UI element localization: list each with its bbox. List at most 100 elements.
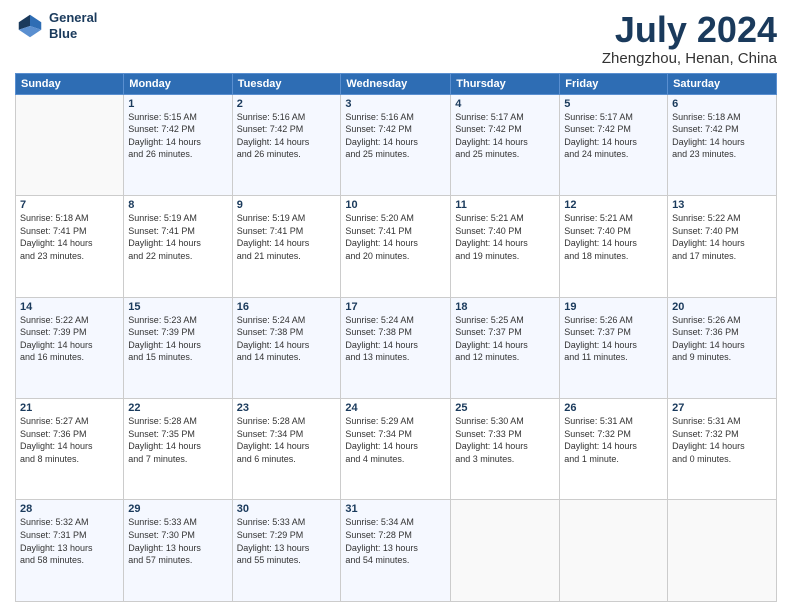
day-info: Sunrise: 5:26 AM Sunset: 7:37 PM Dayligh… <box>564 314 663 364</box>
calendar-cell: 13Sunrise: 5:22 AM Sunset: 7:40 PM Dayli… <box>668 196 777 297</box>
day-number: 8 <box>128 199 227 211</box>
calendar-cell: 15Sunrise: 5:23 AM Sunset: 7:39 PM Dayli… <box>124 297 232 398</box>
logo-line2: Blue <box>49 26 97 42</box>
day-info: Sunrise: 5:28 AM Sunset: 7:35 PM Dayligh… <box>128 415 227 465</box>
day-info: Sunrise: 5:29 AM Sunset: 7:34 PM Dayligh… <box>345 415 446 465</box>
calendar-header-monday: Monday <box>124 73 232 94</box>
calendar-cell: 27Sunrise: 5:31 AM Sunset: 7:32 PM Dayli… <box>668 399 777 500</box>
logo-icon <box>15 11 45 41</box>
calendar-cell: 7Sunrise: 5:18 AM Sunset: 7:41 PM Daylig… <box>16 196 124 297</box>
day-info: Sunrise: 5:25 AM Sunset: 7:37 PM Dayligh… <box>455 314 555 364</box>
day-number: 14 <box>20 301 119 313</box>
day-number: 12 <box>564 199 663 211</box>
day-number: 2 <box>237 98 337 110</box>
day-number: 31 <box>345 503 446 515</box>
calendar-cell <box>16 94 124 195</box>
subtitle: Zhengzhou, Henan, China <box>602 50 777 67</box>
calendar-cell: 11Sunrise: 5:21 AM Sunset: 7:40 PM Dayli… <box>451 196 560 297</box>
day-number: 22 <box>128 402 227 414</box>
calendar-cell: 2Sunrise: 5:16 AM Sunset: 7:42 PM Daylig… <box>232 94 341 195</box>
calendar-cell: 28Sunrise: 5:32 AM Sunset: 7:31 PM Dayli… <box>16 500 124 602</box>
calendar-cell: 30Sunrise: 5:33 AM Sunset: 7:29 PM Dayli… <box>232 500 341 602</box>
calendar-cell: 26Sunrise: 5:31 AM Sunset: 7:32 PM Dayli… <box>560 399 668 500</box>
day-number: 20 <box>672 301 772 313</box>
day-number: 21 <box>20 402 119 414</box>
calendar-cell: 14Sunrise: 5:22 AM Sunset: 7:39 PM Dayli… <box>16 297 124 398</box>
calendar-cell: 22Sunrise: 5:28 AM Sunset: 7:35 PM Dayli… <box>124 399 232 500</box>
calendar-header-thursday: Thursday <box>451 73 560 94</box>
calendar-cell: 18Sunrise: 5:25 AM Sunset: 7:37 PM Dayli… <box>451 297 560 398</box>
day-info: Sunrise: 5:19 AM Sunset: 7:41 PM Dayligh… <box>128 212 227 262</box>
calendar-week-2: 7Sunrise: 5:18 AM Sunset: 7:41 PM Daylig… <box>16 196 777 297</box>
page: General Blue July 2024 Zhengzhou, Henan,… <box>0 0 792 612</box>
logo-text: General Blue <box>49 10 97 41</box>
day-info: Sunrise: 5:22 AM Sunset: 7:39 PM Dayligh… <box>20 314 119 364</box>
logo: General Blue <box>15 10 97 41</box>
day-info: Sunrise: 5:30 AM Sunset: 7:33 PM Dayligh… <box>455 415 555 465</box>
day-number: 26 <box>564 402 663 414</box>
day-info: Sunrise: 5:31 AM Sunset: 7:32 PM Dayligh… <box>564 415 663 465</box>
day-info: Sunrise: 5:34 AM Sunset: 7:28 PM Dayligh… <box>345 516 446 566</box>
calendar-cell: 17Sunrise: 5:24 AM Sunset: 7:38 PM Dayli… <box>341 297 451 398</box>
calendar-cell: 4Sunrise: 5:17 AM Sunset: 7:42 PM Daylig… <box>451 94 560 195</box>
day-info: Sunrise: 5:31 AM Sunset: 7:32 PM Dayligh… <box>672 415 772 465</box>
day-info: Sunrise: 5:33 AM Sunset: 7:29 PM Dayligh… <box>237 516 337 566</box>
day-info: Sunrise: 5:16 AM Sunset: 7:42 PM Dayligh… <box>345 111 446 161</box>
day-info: Sunrise: 5:28 AM Sunset: 7:34 PM Dayligh… <box>237 415 337 465</box>
calendar-header-sunday: Sunday <box>16 73 124 94</box>
day-info: Sunrise: 5:32 AM Sunset: 7:31 PM Dayligh… <box>20 516 119 566</box>
day-number: 10 <box>345 199 446 211</box>
day-number: 6 <box>672 98 772 110</box>
day-info: Sunrise: 5:18 AM Sunset: 7:42 PM Dayligh… <box>672 111 772 161</box>
day-info: Sunrise: 5:17 AM Sunset: 7:42 PM Dayligh… <box>564 111 663 161</box>
day-number: 15 <box>128 301 227 313</box>
day-number: 17 <box>345 301 446 313</box>
calendar-week-4: 21Sunrise: 5:27 AM Sunset: 7:36 PM Dayli… <box>16 399 777 500</box>
day-info: Sunrise: 5:27 AM Sunset: 7:36 PM Dayligh… <box>20 415 119 465</box>
calendar-cell: 19Sunrise: 5:26 AM Sunset: 7:37 PM Dayli… <box>560 297 668 398</box>
day-number: 5 <box>564 98 663 110</box>
logo-line1: General <box>49 10 97 26</box>
header: General Blue July 2024 Zhengzhou, Henan,… <box>15 10 777 67</box>
day-number: 16 <box>237 301 337 313</box>
day-number: 28 <box>20 503 119 515</box>
calendar-week-3: 14Sunrise: 5:22 AM Sunset: 7:39 PM Dayli… <box>16 297 777 398</box>
calendar-header-saturday: Saturday <box>668 73 777 94</box>
day-info: Sunrise: 5:26 AM Sunset: 7:36 PM Dayligh… <box>672 314 772 364</box>
calendar-cell: 24Sunrise: 5:29 AM Sunset: 7:34 PM Dayli… <box>341 399 451 500</box>
day-number: 24 <box>345 402 446 414</box>
calendar-cell: 3Sunrise: 5:16 AM Sunset: 7:42 PM Daylig… <box>341 94 451 195</box>
calendar-cell: 20Sunrise: 5:26 AM Sunset: 7:36 PM Dayli… <box>668 297 777 398</box>
day-info: Sunrise: 5:16 AM Sunset: 7:42 PM Dayligh… <box>237 111 337 161</box>
calendar-cell <box>560 500 668 602</box>
calendar-header-row: SundayMondayTuesdayWednesdayThursdayFrid… <box>16 73 777 94</box>
calendar-cell <box>668 500 777 602</box>
calendar-cell: 10Sunrise: 5:20 AM Sunset: 7:41 PM Dayli… <box>341 196 451 297</box>
calendar-header-friday: Friday <box>560 73 668 94</box>
day-info: Sunrise: 5:15 AM Sunset: 7:42 PM Dayligh… <box>128 111 227 161</box>
title-block: July 2024 Zhengzhou, Henan, China <box>602 10 777 67</box>
day-info: Sunrise: 5:33 AM Sunset: 7:30 PM Dayligh… <box>128 516 227 566</box>
day-number: 1 <box>128 98 227 110</box>
day-number: 18 <box>455 301 555 313</box>
calendar-cell: 29Sunrise: 5:33 AM Sunset: 7:30 PM Dayli… <box>124 500 232 602</box>
day-info: Sunrise: 5:19 AM Sunset: 7:41 PM Dayligh… <box>237 212 337 262</box>
day-number: 30 <box>237 503 337 515</box>
day-info: Sunrise: 5:22 AM Sunset: 7:40 PM Dayligh… <box>672 212 772 262</box>
day-info: Sunrise: 5:21 AM Sunset: 7:40 PM Dayligh… <box>455 212 555 262</box>
calendar-cell <box>451 500 560 602</box>
day-info: Sunrise: 5:24 AM Sunset: 7:38 PM Dayligh… <box>237 314 337 364</box>
calendar-cell: 25Sunrise: 5:30 AM Sunset: 7:33 PM Dayli… <box>451 399 560 500</box>
day-info: Sunrise: 5:17 AM Sunset: 7:42 PM Dayligh… <box>455 111 555 161</box>
day-info: Sunrise: 5:21 AM Sunset: 7:40 PM Dayligh… <box>564 212 663 262</box>
calendar-cell: 23Sunrise: 5:28 AM Sunset: 7:34 PM Dayli… <box>232 399 341 500</box>
calendar-cell: 9Sunrise: 5:19 AM Sunset: 7:41 PM Daylig… <box>232 196 341 297</box>
day-number: 11 <box>455 199 555 211</box>
calendar-cell: 5Sunrise: 5:17 AM Sunset: 7:42 PM Daylig… <box>560 94 668 195</box>
day-number: 13 <box>672 199 772 211</box>
calendar-cell: 16Sunrise: 5:24 AM Sunset: 7:38 PM Dayli… <box>232 297 341 398</box>
calendar-cell: 1Sunrise: 5:15 AM Sunset: 7:42 PM Daylig… <box>124 94 232 195</box>
calendar-week-1: 1Sunrise: 5:15 AM Sunset: 7:42 PM Daylig… <box>16 94 777 195</box>
day-number: 23 <box>237 402 337 414</box>
calendar-table: SundayMondayTuesdayWednesdayThursdayFrid… <box>15 73 777 602</box>
